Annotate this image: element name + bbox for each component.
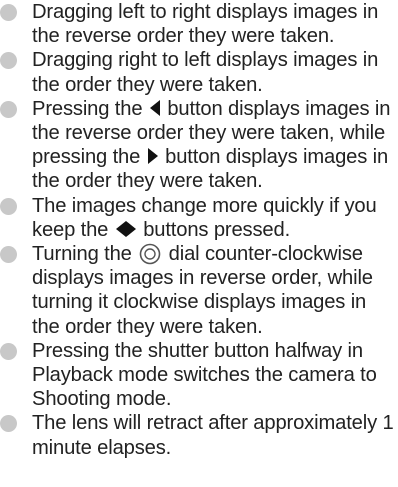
control-dial-icon: [139, 243, 161, 265]
right-arrow-button-icon: [147, 148, 158, 165]
note-text-before: Turning the: [32, 243, 132, 266]
note-drag-right-to-left: Dragging right to left displays images i…: [0, 48, 398, 96]
bullet-icon: [0, 197, 17, 215]
note-text-before: Pressing the: [32, 97, 143, 120]
left-right-arrow-buttons-icon: [115, 218, 136, 242]
note-text: Dragging right to left displays images i…: [32, 49, 379, 96]
note-text: Pressing the shutter button halfway in P…: [32, 339, 377, 411]
note-drag-left-to-right: Dragging left to right displays images i…: [0, 0, 398, 48]
bullet-icon: [0, 52, 17, 70]
bullet-icon: [0, 100, 17, 118]
bullet-icon: [0, 415, 17, 433]
note-lens-retract: The lens will retract after approximatel…: [0, 411, 398, 459]
note-shutter-button: Pressing the shutter button halfway in P…: [0, 339, 398, 412]
note-text-after: buttons pressed.: [143, 218, 291, 241]
bullet-icon: [0, 246, 17, 264]
notes-list: Dragging left to right displays images i…: [0, 0, 398, 460]
note-arrow-buttons: Pressing the button displays images in t…: [0, 97, 398, 194]
note-control-dial: Turning the dial counter-clockwise displ…: [0, 242, 398, 339]
note-text: The lens will retract after approximatel…: [32, 412, 394, 459]
left-arrow-button-icon: [149, 99, 160, 116]
note-hold-buttons: The images change more quickly if you ke…: [0, 194, 398, 242]
bullet-icon: [0, 4, 17, 21]
bullet-icon: [0, 342, 17, 360]
note-text: Dragging left to right displays images i…: [32, 1, 379, 48]
